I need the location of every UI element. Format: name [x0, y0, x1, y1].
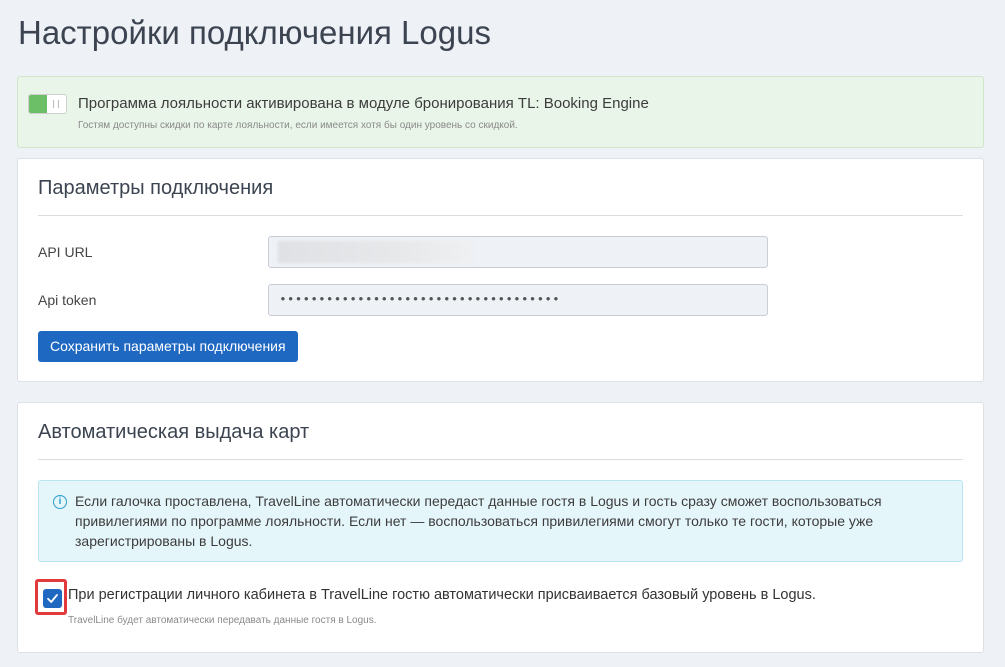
save-connection-button[interactable]: Сохранить параметры подключения [38, 331, 298, 362]
api-url-label: API URL [38, 244, 93, 260]
api-url-input[interactable] [268, 236, 768, 268]
checkmark-icon [47, 594, 58, 603]
connection-card: Параметры подключения API URL Api token … [17, 158, 984, 382]
banner-subtitle: Гостям доступны скидки по карте лояльнос… [78, 120, 518, 131]
checkbox-highlight [35, 579, 67, 615]
divider [38, 459, 963, 460]
banner-title: Программа лояльности активирована в моду… [78, 95, 649, 112]
auto-cards-card-title: Автоматическая выдача карт [38, 421, 310, 443]
info-text: Если галочка проставлена, TravelLine авт… [75, 493, 882, 549]
api-token-input[interactable]: •••••••••••••••••••••••••••••••••••• [268, 284, 768, 316]
connection-card-title: Параметры подключения [38, 177, 274, 199]
toggle-fill [29, 95, 47, 113]
checkbox-sublabel: TravelLine будет автоматически передават… [68, 615, 377, 626]
api-token-label: Api token [38, 292, 97, 308]
loyalty-toggle[interactable] [28, 94, 67, 114]
checkbox-label: При регистрации личного кабинета в Trave… [68, 587, 816, 603]
toggle-grip-icon [53, 100, 59, 108]
info-box: i Если галочка проставлена, TravelLine а… [38, 480, 963, 562]
divider [38, 215, 963, 216]
api-url-blurred-value [278, 241, 474, 263]
page-title: Настройки подключения Logus [18, 14, 491, 51]
auto-assign-checkbox[interactable] [43, 589, 62, 608]
loyalty-banner: Программа лояльности активирована в моду… [17, 76, 984, 148]
info-circle-icon: i [53, 495, 67, 509]
auto-cards-card: Автоматическая выдача карт i Если галочк… [17, 402, 984, 653]
